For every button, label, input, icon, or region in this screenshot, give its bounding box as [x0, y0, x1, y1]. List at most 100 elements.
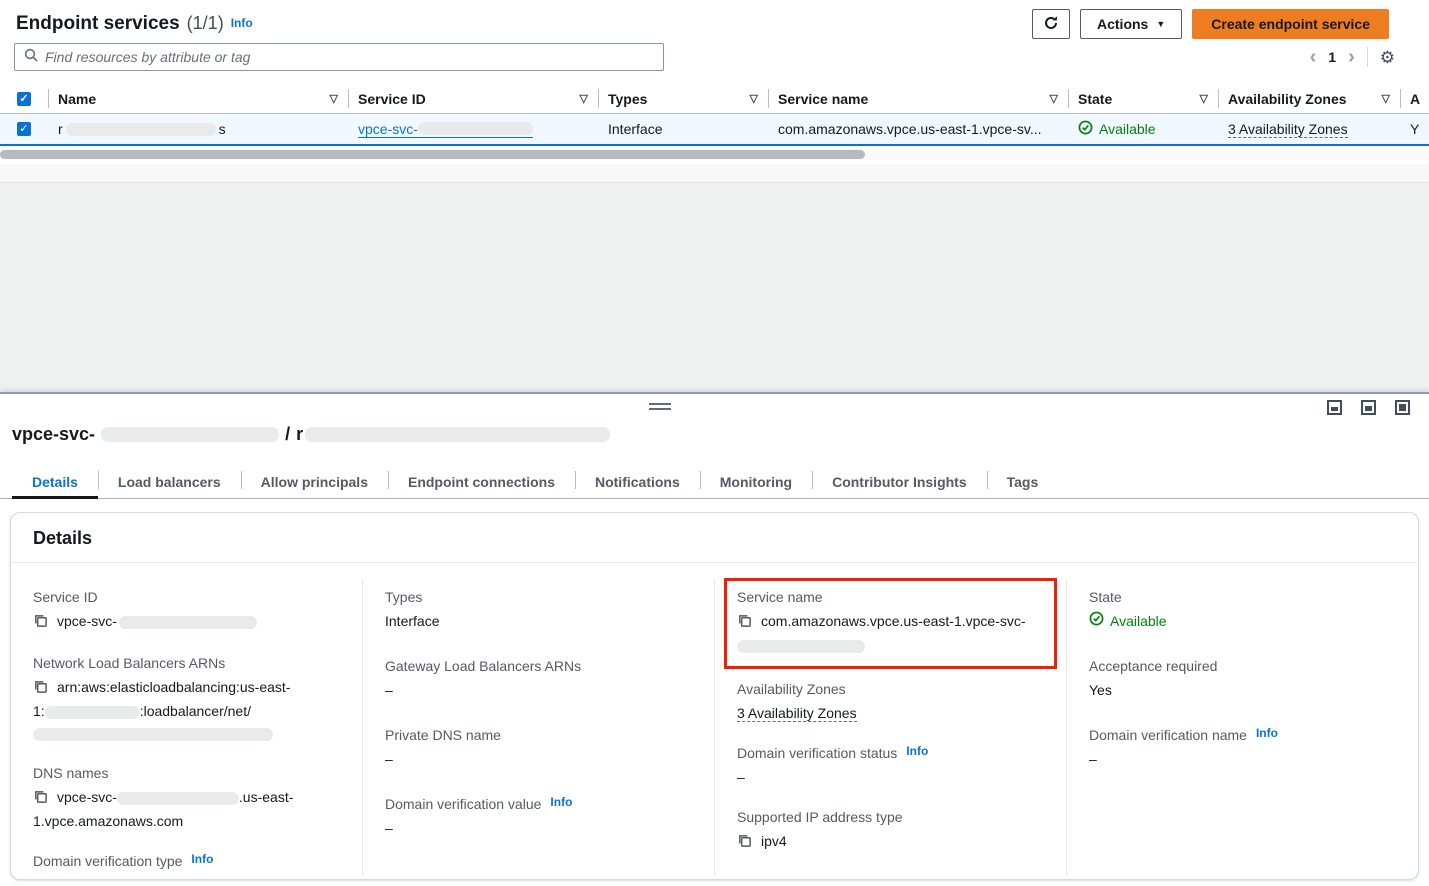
field-value: –: [33, 874, 340, 880]
tab-endpoint-connections[interactable]: Endpoint connections: [388, 466, 575, 498]
info-link[interactable]: Info: [550, 792, 572, 812]
tab-monitoring[interactable]: Monitoring: [700, 466, 812, 498]
field-value: –: [1089, 748, 1396, 770]
copy-icon[interactable]: [33, 678, 48, 700]
panel-position-bottom-icon[interactable]: [1327, 400, 1342, 415]
caret-down-icon: ▼: [1156, 19, 1165, 29]
field-service-id: Service ID vpce-svc-: [33, 587, 340, 634]
field-label: Network Load Balancers ARNs: [33, 653, 340, 673]
table-toolbar: ‹ 1 › ⚙: [14, 42, 1395, 72]
create-endpoint-service-button[interactable]: Create endpoint service: [1192, 9, 1389, 39]
column-label: Name: [58, 91, 96, 107]
horizontal-scrollbar-thumb[interactable]: [0, 150, 865, 159]
toolbar-divider: [1367, 47, 1368, 67]
field-label-text: Domain verification type: [33, 851, 182, 871]
column-label: Service ID: [358, 91, 426, 107]
tab-details[interactable]: Details: [12, 466, 98, 498]
copy-icon[interactable]: [737, 612, 752, 634]
field-value: vpce-svc- .us-east- 1.vpce.amazonaws.com: [33, 786, 340, 832]
search-icon: [24, 48, 38, 67]
redacted-text: [33, 728, 273, 741]
filter-caret-icon[interactable]: ▽: [580, 92, 588, 105]
dns-name-partial: .us-east-: [239, 789, 293, 805]
field-label: Availability Zones: [737, 679, 1044, 699]
column-label: A: [1410, 91, 1420, 107]
page-number[interactable]: 1: [1328, 49, 1336, 65]
pagination: ‹ 1 › ⚙: [1310, 47, 1395, 67]
row-service-id-cell: vpce-svc-: [348, 114, 598, 144]
filter-caret-icon[interactable]: ▽: [750, 92, 758, 105]
panel-title: vpce-svc- / r: [12, 424, 610, 445]
filter-caret-icon[interactable]: ▽: [1382, 92, 1390, 105]
tab-contributor-insights[interactable]: Contributor Insights: [812, 466, 987, 498]
panel-position-side-icon[interactable]: [1395, 400, 1410, 415]
field-label: Domain verification value Info: [385, 794, 692, 814]
tab-allow-principals[interactable]: Allow principals: [241, 466, 388, 498]
info-link[interactable]: Info: [231, 16, 253, 30]
filter-caret-icon[interactable]: ▽: [1200, 92, 1208, 105]
redacted-text: [101, 427, 279, 442]
field-value: 3 Availability Zones: [737, 702, 1044, 724]
field-domain-verification-status: Domain verification status Info –: [737, 743, 1044, 788]
info-link[interactable]: Info: [906, 741, 928, 761]
column-header-availability-zones: Availability Zones ▽: [1218, 84, 1400, 113]
row-name-cell: r s: [48, 114, 348, 144]
refresh-button[interactable]: [1032, 9, 1070, 39]
filter-caret-icon[interactable]: ▽: [1050, 92, 1058, 105]
field-value: –: [737, 766, 1044, 788]
availability-zones-popover-trigger[interactable]: 3 Availability Zones: [737, 705, 857, 722]
row-acceptance-cell: Y: [1400, 114, 1429, 144]
search-input[interactable]: [45, 49, 654, 65]
filter-caret-icon[interactable]: ▽: [330, 92, 338, 105]
row-name-partial: r: [58, 121, 63, 137]
table-row[interactable]: ✓ r s vpce-svc- Interface com.ama: [0, 114, 1429, 146]
search-box[interactable]: [14, 43, 664, 71]
gear-icon[interactable]: ⚙: [1380, 49, 1395, 66]
tab-tags[interactable]: Tags: [987, 466, 1059, 498]
field-value: Yes: [1089, 679, 1396, 701]
title-group: Endpoint services (1/1) Info: [16, 13, 253, 35]
info-link[interactable]: Info: [191, 849, 213, 869]
column-header-acceptance: A: [1400, 84, 1429, 113]
field-value: Available: [1089, 610, 1396, 632]
copy-icon[interactable]: [737, 832, 752, 854]
availability-zones-popover-trigger[interactable]: 3 Availability Zones: [1228, 121, 1348, 138]
field-nlb-arns: Network Load Balancers ARNs arn:aws:elas…: [33, 653, 340, 744]
field-label: Service name: [737, 587, 1044, 607]
column-label: Availability Zones: [1228, 91, 1347, 107]
panel-position-half-icon[interactable]: [1361, 400, 1376, 415]
next-page-icon[interactable]: ›: [1348, 47, 1355, 67]
actions-button[interactable]: Actions ▼: [1080, 9, 1182, 39]
field-supported-ip-type: Supported IP address type ipv4: [737, 807, 1044, 854]
select-all-checkbox[interactable]: ✓: [17, 92, 31, 106]
field-label: Gateway Load Balancers ARNs: [385, 656, 692, 676]
details-column-2: Types Interface Gateway Load Balancers A…: [362, 579, 714, 876]
details-column-3: Service name com.amazonaws.vpce.us-east-…: [714, 579, 1066, 876]
details-card-body: Service ID vpce-svc- Network Load Balanc…: [11, 563, 1418, 876]
column-label: Types: [608, 91, 647, 107]
tab-load-balancers[interactable]: Load balancers: [98, 466, 241, 498]
copy-icon[interactable]: [33, 612, 48, 634]
state-available-badge: Available: [1078, 120, 1156, 138]
dns-name-partial: vpce-svc-: [57, 789, 117, 805]
field-label-text: Domain verification name: [1089, 725, 1247, 745]
copy-icon[interactable]: [33, 788, 48, 810]
tab-notifications[interactable]: Notifications: [575, 466, 700, 498]
redacted-text: [66, 123, 216, 136]
content-background: [0, 164, 1429, 392]
field-label: Acceptance required: [1089, 656, 1396, 676]
field-value: –: [385, 748, 692, 770]
row-checkbox[interactable]: ✓: [17, 122, 31, 136]
field-label-text: Domain verification status: [737, 743, 897, 763]
row-name-partial: s: [219, 121, 226, 137]
split-panel-drag-handle-icon[interactable]: [649, 403, 671, 410]
service-id-value-partial: vpce-svc-: [57, 613, 117, 629]
info-link[interactable]: Info: [1256, 723, 1278, 743]
field-label: Types: [385, 587, 692, 607]
previous-page-icon[interactable]: ‹: [1310, 47, 1317, 67]
dns-name-line2: 1.vpce.amazonaws.com: [33, 813, 183, 829]
service-id-link[interactable]: vpce-svc-: [358, 121, 533, 138]
select-all-checkbox-cell: ✓: [0, 84, 48, 113]
redacted-text: [117, 792, 239, 805]
column-header-types: Types ▽: [598, 84, 768, 113]
